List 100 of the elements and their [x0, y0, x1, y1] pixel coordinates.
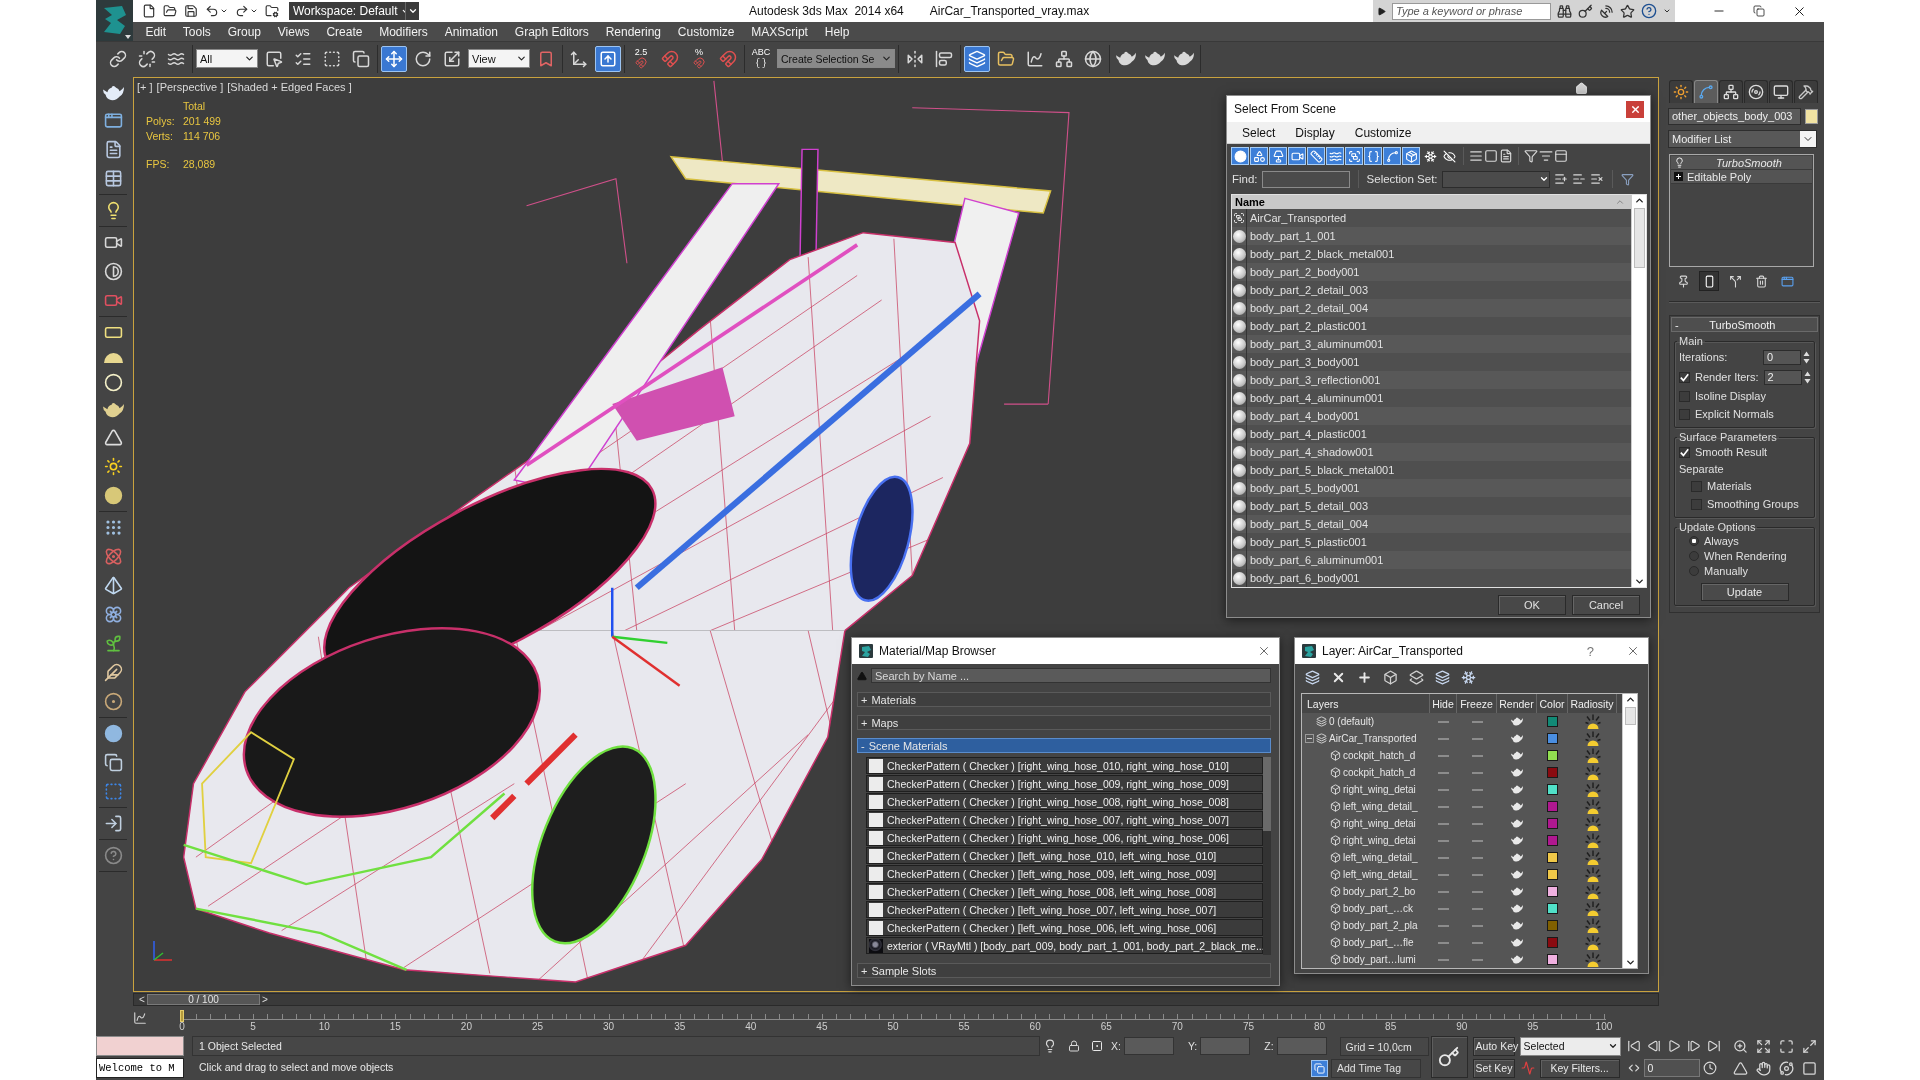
toolbar-menu-button[interactable] [405, 2, 419, 20]
close-icon[interactable] [1626, 644, 1640, 658]
set-key-button[interactable]: Set Key [1472, 1058, 1515, 1078]
listener-input-field[interactable] [96, 1036, 184, 1056]
material-row[interactable]: CheckerPattern ( Checker ) [right_wing_hose_008, right_wing_hose_008] [866, 793, 1263, 810]
layer-name[interactable]: right_wing_detai [1343, 835, 1416, 846]
material-row[interactable]: CheckerPattern ( Checker ) [left_wing_hose_008, left_wing_hose_008] [866, 883, 1263, 900]
table-icon[interactable] [103, 169, 123, 188]
column-header[interactable]: Name [1232, 195, 1631, 209]
document-icon[interactable] [103, 140, 123, 159]
create-tab[interactable] [1669, 80, 1693, 103]
sun-icon[interactable] [1584, 935, 1601, 950]
sphere-icon[interactable] [103, 486, 123, 506]
copy-icon[interactable] [1311, 1059, 1328, 1077]
diagonal-arrows-icon[interactable] [1801, 1038, 1817, 1054]
lights-filter-button[interactable] [1269, 147, 1287, 165]
cube-icon[interactable] [1383, 669, 1398, 685]
teapot-icon[interactable] [1511, 717, 1523, 726]
coordinate-field[interactable] [1123, 1037, 1174, 1055]
scrollbar[interactable] [1631, 195, 1646, 587]
curve-chart-icon[interactable] [132, 1011, 147, 1025]
material-row[interactable]: CheckerPattern ( Checker ) [right_wing_hose_006, right_wing_hose_006] [866, 829, 1263, 846]
column-header[interactable]: Render [1497, 694, 1537, 713]
coordinate-field[interactable] [1200, 1037, 1251, 1055]
color-swatch-icon[interactable] [1547, 835, 1558, 846]
teapot-icon[interactable] [1511, 751, 1523, 760]
object-row[interactable]: body_part_3_reflection001 [1232, 371, 1631, 389]
viewport-label[interactable]: [Shaded + Edged Faces ] [227, 81, 352, 93]
dialog-button[interactable]: Cancel [1572, 595, 1640, 615]
add-time-tag-button[interactable]: Add Time Tag [1331, 1058, 1421, 1078]
teapot-icon[interactable] [1511, 938, 1523, 947]
document-icon[interactable] [1499, 149, 1513, 163]
key-button[interactable] [1430, 1036, 1468, 1078]
color-swatch-icon[interactable] [1547, 920, 1558, 931]
material-row[interactable]: CheckerPattern ( Checker ) [left_wing_hose_006, left_wing_hose_006] [866, 919, 1263, 936]
square-icon[interactable] [1801, 1060, 1817, 1076]
scrollbar-thumb[interactable] [1624, 707, 1636, 725]
column-header[interactable]: Layers [1302, 694, 1430, 713]
orbit-icon[interactable] [1778, 1060, 1794, 1076]
sun-icon[interactable] [1584, 799, 1601, 814]
cameras-filter-button[interactable] [1288, 147, 1306, 165]
app-logo-icon[interactable] [96, 0, 133, 41]
radio-button[interactable] [1689, 550, 1699, 561]
teapot-icon[interactable] [102, 85, 124, 101]
section-header[interactable]: + Sample Slots [857, 963, 1271, 978]
radio-button[interactable] [1689, 565, 1699, 576]
layers-icon[interactable] [1305, 669, 1320, 685]
dropdown[interactable]: All [196, 49, 258, 68]
checkbox[interactable] [1679, 371, 1690, 383]
teapot-icon[interactable] [1511, 853, 1523, 862]
sphere-icon[interactable] [103, 724, 123, 744]
skip-forward-icon[interactable] [1706, 1039, 1721, 1053]
end-result-button[interactable] [1699, 271, 1719, 291]
material-row[interactable]: CheckerPattern ( Checker ) [left_wing_hose_009, left_wing_hose_009] [866, 865, 1263, 882]
sun-icon[interactable] [1584, 748, 1601, 763]
section-header[interactable]: - Scene Materials [857, 738, 1271, 753]
previous-frame-button[interactable]: < [137, 994, 147, 1005]
object-row[interactable]: body_part_2_detail_004 [1232, 299, 1631, 317]
spacewarps-filter-button[interactable] [1326, 147, 1344, 165]
undo-button[interactable] [204, 3, 229, 19]
named-sets-button[interactable]: ABC [748, 45, 774, 72]
layer-name[interactable]: left_wing_detail_ [1343, 852, 1418, 863]
layer-name[interactable]: body_part…lumi [1343, 954, 1416, 965]
step-back-icon[interactable] [1646, 1039, 1661, 1053]
feather-icon[interactable] [103, 663, 123, 683]
time-slider-thumb[interactable]: 0 / 100 [147, 994, 260, 1005]
dashed-square-icon[interactable] [103, 782, 123, 802]
help-icon[interactable] [1641, 3, 1657, 19]
open-file-button[interactable] [162, 3, 178, 19]
new-file-button[interactable] [141, 3, 157, 19]
dots-grid-icon[interactable] [103, 518, 123, 538]
square-icon[interactable] [1484, 149, 1498, 163]
scrollbar-thumb[interactable] [1633, 208, 1645, 268]
teapot-icon[interactable] [1511, 904, 1523, 913]
spinner-field[interactable]: 0 [1763, 349, 1801, 365]
workspace-dropdown[interactable]: Workspace: Default [289, 2, 405, 20]
layers-icon[interactable] [1409, 669, 1424, 685]
minus-box-icon[interactable] [1305, 734, 1314, 743]
triangle-icon[interactable] [103, 428, 123, 448]
satellite-dish-icon[interactable] [1599, 3, 1614, 19]
containers-filter-button[interactable] [1402, 147, 1420, 165]
material-row[interactable]: CheckerPattern ( Checker ) [right_wing_hose_009, right_wing_hose_009] [866, 775, 1263, 792]
sun-icon[interactable] [1584, 884, 1601, 899]
teapot-icon[interactable] [102, 402, 124, 419]
object-row[interactable]: body_part_4_body001 [1232, 407, 1631, 425]
column-header[interactable]: Color [1537, 694, 1568, 713]
material-row[interactable]: CheckerPattern ( Checker ) [right_wing_hose_010, right_wing_hose_010] [866, 757, 1263, 774]
menu-item[interactable]: Tools [174, 24, 220, 39]
dome-icon[interactable] [103, 352, 123, 364]
material-row[interactable]: CheckerPattern ( Checker ) [right_wing_hose_007, right_wing_hose_007] [866, 811, 1263, 828]
menu-item[interactable]: Rendering [597, 24, 670, 39]
update-button[interactable]: Update [1700, 583, 1789, 601]
sun-icon[interactable] [1584, 867, 1601, 882]
window-icon[interactable] [103, 111, 123, 130]
close-button[interactable] [1626, 100, 1644, 118]
pyramid-icon[interactable] [103, 576, 123, 596]
object-row[interactable]: body_part_5_body001 [1232, 479, 1631, 497]
sun-icon[interactable] [1584, 901, 1601, 916]
sun-icon[interactable] [1584, 714, 1601, 729]
menu-item[interactable]: Views [269, 24, 318, 39]
